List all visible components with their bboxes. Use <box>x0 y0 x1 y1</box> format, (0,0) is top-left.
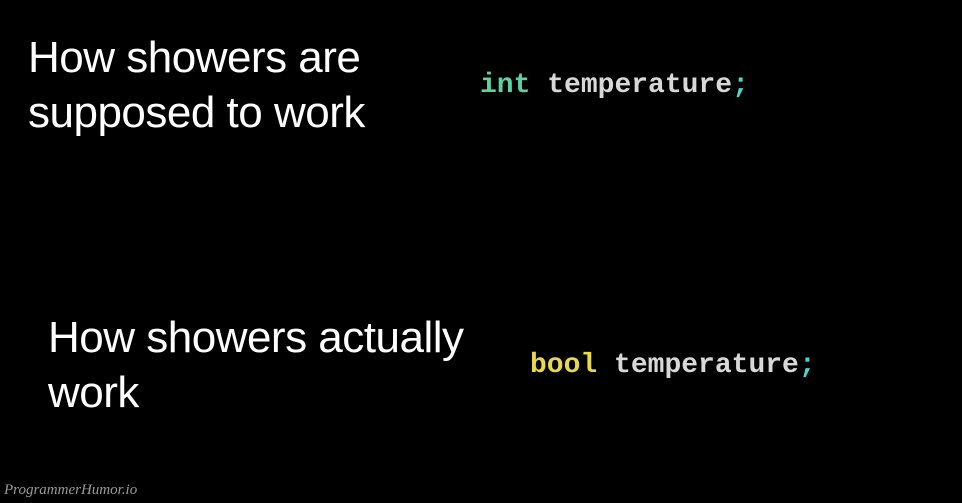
bottom-caption: How showers actually work <box>48 310 468 420</box>
semicolon: ; <box>732 70 749 101</box>
keyword-int: int <box>480 70 530 101</box>
top-code-block: int temperature; <box>480 70 749 101</box>
bottom-code-block: bool temperature; <box>530 350 816 381</box>
semicolon: ; <box>799 350 816 381</box>
code-line: bool temperature; <box>530 350 816 381</box>
caption-text: How showers are supposed to work <box>28 30 448 140</box>
keyword-bool: bool <box>530 350 597 381</box>
identifier: temperature <box>547 70 732 101</box>
identifier: temperature <box>614 350 799 381</box>
caption-text: How showers actually work <box>48 310 468 420</box>
top-caption: How showers are supposed to work <box>28 30 448 140</box>
code-line: int temperature; <box>480 70 749 101</box>
watermark: ProgrammerHumor.io <box>4 482 137 499</box>
